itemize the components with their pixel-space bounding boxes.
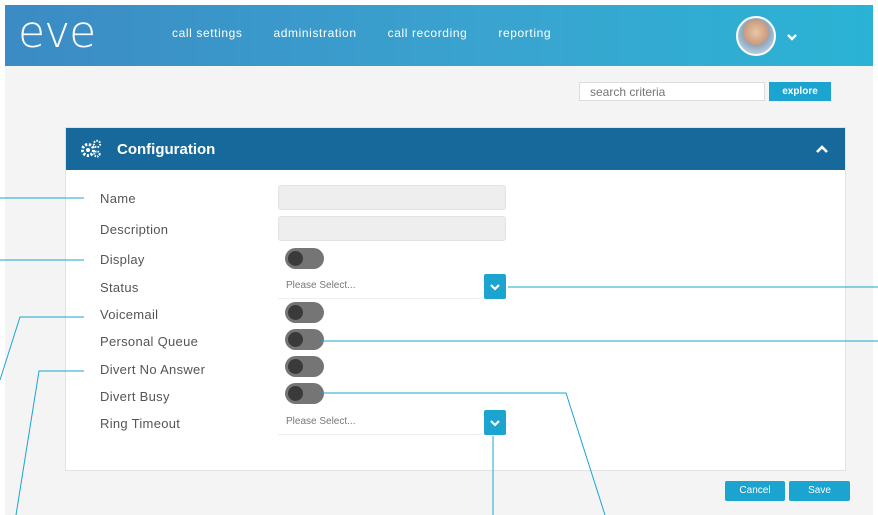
save-button[interactable]: Save bbox=[789, 481, 850, 501]
panel-title: Configuration bbox=[117, 141, 216, 158]
nav-call-recording[interactable]: call recording bbox=[388, 26, 468, 40]
cancel-button[interactable]: Cancel bbox=[725, 481, 785, 501]
chevron-up-icon[interactable] bbox=[815, 144, 829, 154]
description-label: Description bbox=[100, 222, 169, 237]
nav-reporting[interactable]: reporting bbox=[498, 26, 551, 40]
user-avatar[interactable] bbox=[736, 16, 776, 56]
toggle-knob bbox=[288, 359, 303, 374]
voicemail-label: Voicemail bbox=[100, 307, 159, 322]
toggle-knob bbox=[288, 305, 303, 320]
description-field[interactable] bbox=[278, 216, 506, 241]
divert-busy-toggle[interactable] bbox=[285, 383, 324, 404]
display-label: Display bbox=[100, 252, 145, 267]
divert-no-answer-label: Divert No Answer bbox=[100, 362, 206, 377]
eve-logo[interactable]: eve bbox=[18, 11, 96, 55]
chevron-down-icon[interactable] bbox=[785, 31, 799, 43]
search-input[interactable] bbox=[579, 82, 765, 101]
voicemail-toggle[interactable] bbox=[285, 302, 324, 323]
nav-administration[interactable]: administration bbox=[274, 26, 357, 40]
chevron-down-icon bbox=[490, 420, 500, 427]
panel-header: Configuration bbox=[66, 128, 845, 170]
divert-no-answer-toggle[interactable] bbox=[285, 356, 324, 377]
personal-queue-label: Personal Queue bbox=[100, 334, 199, 349]
ring-timeout-dropdown-button[interactable] bbox=[484, 410, 506, 435]
toggle-knob bbox=[288, 386, 303, 401]
display-toggle[interactable] bbox=[285, 248, 324, 269]
status-dropdown-button[interactable] bbox=[484, 274, 506, 299]
toggle-knob bbox=[288, 332, 303, 347]
ring-timeout-label: Ring Timeout bbox=[100, 416, 181, 431]
ring-timeout-select[interactable]: Please Select... bbox=[278, 410, 506, 435]
chevron-down-icon bbox=[490, 284, 500, 291]
ring-timeout-select-value: Please Select... bbox=[286, 416, 356, 427]
toggle-knob bbox=[288, 251, 303, 266]
divert-busy-label: Divert Busy bbox=[100, 389, 170, 404]
status-select[interactable]: Please Select... bbox=[278, 274, 506, 299]
gears-icon bbox=[81, 139, 102, 158]
status-select-value: Please Select... bbox=[286, 280, 356, 291]
name-field[interactable] bbox=[278, 185, 506, 210]
top-navigation-bar: eve call settings administration call re… bbox=[5, 5, 873, 66]
explore-button[interactable]: explore bbox=[769, 82, 831, 101]
nav-call-settings[interactable]: call settings bbox=[172, 26, 243, 40]
name-label: Name bbox=[100, 191, 136, 206]
main-nav: call settings administration call record… bbox=[172, 26, 582, 40]
personal-queue-toggle[interactable] bbox=[285, 329, 324, 350]
status-label: Status bbox=[100, 280, 139, 295]
